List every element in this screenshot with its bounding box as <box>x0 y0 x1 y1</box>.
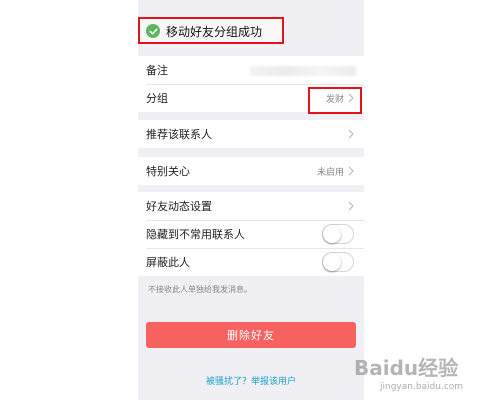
block-row: 屏蔽此人 <box>138 248 364 276</box>
recommend-contact-row[interactable]: 推荐该联系人 <box>138 120 364 148</box>
baidu-jingyan-watermark: Baidu经验 jingyan.baidu.com <box>354 352 494 396</box>
watermark-logo: Baidu经验 <box>354 356 459 380</box>
special-care-row[interactable]: 特别关心 未启用 <box>138 157 364 185</box>
recommend-label: 推荐该联系人 <box>146 128 212 141</box>
recommend-group: 推荐该联系人 <box>138 120 364 148</box>
hide-contact-label: 隐藏到不常用联系人 <box>146 228 245 241</box>
delete-friend-button[interactable]: 删除好友 <box>146 322 356 348</box>
hide-contact-toggle[interactable] <box>322 224 354 244</box>
special-care-group: 特别关心 未启用 <box>138 157 364 185</box>
hide-contact-row: 隐藏到不常用联系人 <box>138 220 364 248</box>
remark-row[interactable]: 备注 <box>138 56 364 84</box>
privacy-group: 好友动态设置 隐藏到不常用联系人 屏蔽此人 <box>138 192 364 276</box>
block-hint-text: 不接收此人单独给我发消息。 <box>148 285 252 294</box>
report-user-link[interactable]: 被骚扰了？举报该用户 <box>138 374 364 387</box>
block-toggle[interactable] <box>322 252 354 272</box>
chevron-right-icon <box>348 201 354 211</box>
chevron-right-icon <box>348 166 354 176</box>
toggle-knob <box>323 225 341 243</box>
feed-settings-label: 好友动态设置 <box>146 200 212 213</box>
special-care-value: 未启用 <box>316 167 344 178</box>
special-care-label: 特别关心 <box>146 165 190 178</box>
contact-settings-screen: 移动好友分组成功 备注 分组 发财 推荐该联系人 特别关心 未启用 好友动态设置… <box>138 0 364 400</box>
block-label: 屏蔽此人 <box>146 256 190 269</box>
toggle-knob <box>323 253 341 271</box>
remark-value-blurred <box>250 66 356 76</box>
watermark-url: jingyan.baidu.com <box>380 382 464 392</box>
group-value-highlight-box <box>308 87 362 114</box>
group-label: 分组 <box>146 92 168 105</box>
chevron-right-icon <box>348 129 354 139</box>
toast-highlight-box <box>138 17 284 44</box>
feed-settings-row[interactable]: 好友动态设置 <box>138 192 364 220</box>
remark-label: 备注 <box>146 64 168 77</box>
